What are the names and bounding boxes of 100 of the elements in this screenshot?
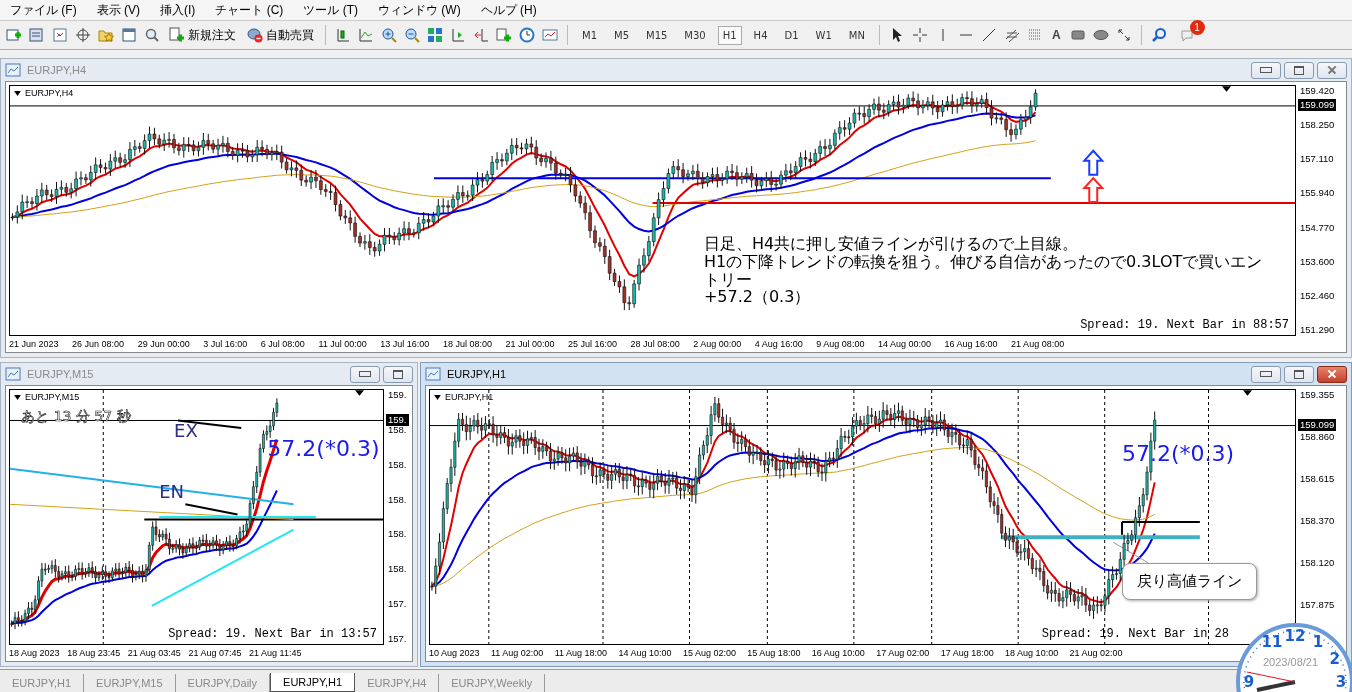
autoscroll-icon[interactable] — [473, 27, 489, 43]
price-axis-label: 158. — [388, 528, 408, 541]
chart-tab[interactable]: EURJPY,H1 — [270, 673, 356, 692]
time-axis-label: 15 Aug 18:00 — [747, 648, 801, 658]
menu-item[interactable]: ツール (T) — [295, 1, 366, 19]
menu-item[interactable]: 表示 (V) — [88, 1, 148, 19]
chart-plus-icon[interactable] — [6, 27, 22, 43]
minimize-button[interactable] — [1251, 365, 1281, 383]
ellipse-icon[interactable] — [1092, 27, 1109, 43]
timeframe-button[interactable]: M30 — [679, 25, 711, 45]
template-icon[interactable] — [542, 27, 558, 43]
restore-button[interactable] — [1284, 365, 1314, 383]
price-axis-label: 159. — [388, 389, 408, 401]
price-axis-label: 157. — [388, 632, 408, 645]
time-axis-label: 21 Jul 00:00 — [505, 339, 555, 349]
current-price-label: 159.099 — [1298, 418, 1337, 431]
time-axis-label: 25 Jul 16:00 — [568, 339, 618, 349]
folder-star-icon[interactable] — [98, 27, 114, 43]
price-axis-label: 157. — [388, 598, 408, 611]
clock-date: 2023/08/21 — [1263, 656, 1319, 668]
zoom-in-icon[interactable] — [381, 27, 397, 43]
status-text: Spread: 19. Next Bar in 28 — [1041, 627, 1229, 641]
clock-numeral: 1 — [1312, 633, 1324, 652]
timeframe-button[interactable]: H4 — [748, 25, 773, 45]
time-axis-label: 21 Aug 03:45 — [127, 648, 181, 658]
clock-numeral: 12 — [1284, 627, 1306, 645]
rectangle-icon[interactable] — [1069, 27, 1086, 43]
close-button[interactable] — [1317, 365, 1347, 383]
window-title: EURJPY,M15 — [27, 368, 94, 380]
menu-item[interactable]: ウィンドウ (W) — [370, 1, 469, 19]
time-axis-label: 4 Aug 16:00 — [754, 339, 803, 349]
timeframe-button[interactable]: W1 — [810, 25, 837, 45]
time-axis-label: 21 Aug 08:00 — [1011, 339, 1065, 349]
current-price-label: 159. — [386, 413, 409, 426]
time-axis-label: 16 Aug 16:00 — [944, 339, 998, 349]
time-axis-label: 28 Jul 08:00 — [630, 339, 680, 349]
timeframe-button[interactable]: M1 — [577, 25, 602, 45]
price-axis-label: 158.250 — [1300, 119, 1336, 132]
profiles-icon[interactable] — [29, 27, 45, 43]
time-axis-label: 18 Aug 2023 — [9, 648, 60, 658]
window-icon[interactable] — [121, 27, 137, 43]
timeframe-button[interactable]: D1 — [779, 25, 804, 45]
dropdown-triangle-icon[interactable] — [434, 394, 441, 400]
timeframe-button[interactable]: M15 — [641, 25, 673, 45]
menu-item[interactable]: ファイル (F) — [2, 1, 85, 19]
auto-trading-button[interactable]: 自動売買 — [245, 26, 316, 44]
channel-icon[interactable] — [1003, 27, 1020, 43]
time-axis-label: 21 Jun 2023 — [9, 339, 59, 349]
price-axis-label: 158.370 — [1300, 515, 1336, 527]
menu-item[interactable]: チャート (C) — [207, 1, 292, 19]
trend-line-icon[interactable] — [980, 27, 997, 43]
menu-item[interactable]: ヘルプ (H) — [472, 1, 545, 19]
tile-icon[interactable] — [427, 27, 443, 43]
price-axis-label: 152.460 — [1300, 289, 1336, 302]
line-chart-icon[interactable] — [358, 27, 374, 43]
clock-numeral: 2 — [1329, 650, 1341, 668]
indicator-plus-icon[interactable] — [496, 27, 512, 43]
timeframe-button[interactable]: M5 — [609, 25, 634, 45]
magnifier-icon[interactable] — [144, 27, 160, 43]
chat-bubble-icon[interactable] — [1179, 27, 1196, 43]
minimize-button[interactable] — [350, 365, 380, 383]
search-icon[interactable] — [1150, 27, 1167, 43]
price-axis-label: 158.615 — [1300, 473, 1336, 485]
minimize-button[interactable] — [1251, 61, 1281, 79]
arrows-icon[interactable] — [1115, 27, 1132, 43]
text-tool-button[interactable]: A — [1049, 28, 1063, 42]
dropdown-triangle-icon[interactable] — [14, 90, 21, 96]
leader-line — [1112, 541, 1149, 564]
time-axis-label: 14 Aug 00:00 — [877, 339, 931, 349]
crosshair-lines-icon[interactable] — [911, 27, 928, 43]
chart-shift-marker-icon[interactable] — [1221, 86, 1231, 92]
notification-badge: 1 — [1189, 20, 1205, 35]
time-axis-label: 13 Jul 16:00 — [380, 339, 430, 349]
clock-icon[interactable] — [519, 27, 535, 43]
clock-numeral: 3 — [1335, 673, 1347, 691]
chart-window-icon — [5, 366, 21, 382]
bar-chart-icon[interactable] — [335, 27, 351, 43]
clock-numeral: 11 — [1261, 633, 1283, 652]
chart-shift-marker-icon[interactable] — [355, 390, 365, 396]
chart-shift-icon[interactable] — [450, 27, 466, 43]
crosshair-icon[interactable] — [75, 27, 91, 43]
chart-symbol-label: EURJPY,M15 — [25, 392, 80, 402]
zoom-out-icon[interactable] — [404, 27, 420, 43]
restore-button[interactable] — [383, 365, 413, 383]
dropdown-triangle-icon[interactable] — [14, 394, 21, 400]
restore-button[interactable] — [1284, 61, 1314, 79]
chart-shift-marker-icon[interactable] — [1242, 390, 1252, 396]
chart-symbol-label: EURJPY,H1 — [445, 392, 494, 402]
chart-window-icon — [5, 62, 21, 78]
new-order-button[interactable]: 新規注文 — [167, 26, 238, 44]
time-axis-label: 3 Jul 16:00 — [203, 339, 248, 349]
time-axis-label: 21 Aug 07:45 — [188, 648, 242, 658]
up-arrow-icon — [1082, 176, 1105, 204]
price-axis-label: 158.120 — [1300, 557, 1336, 569]
timeframe-button[interactable]: H1 — [717, 25, 742, 45]
time-axis-label: 18 Aug 10:00 — [1005, 648, 1059, 658]
close-button[interactable] — [1317, 61, 1347, 79]
menu-item[interactable]: 挿入(I) — [152, 1, 204, 19]
timeframe-button[interactable]: MN — [843, 25, 870, 45]
window-title: EURJPY,H1 — [447, 368, 507, 380]
